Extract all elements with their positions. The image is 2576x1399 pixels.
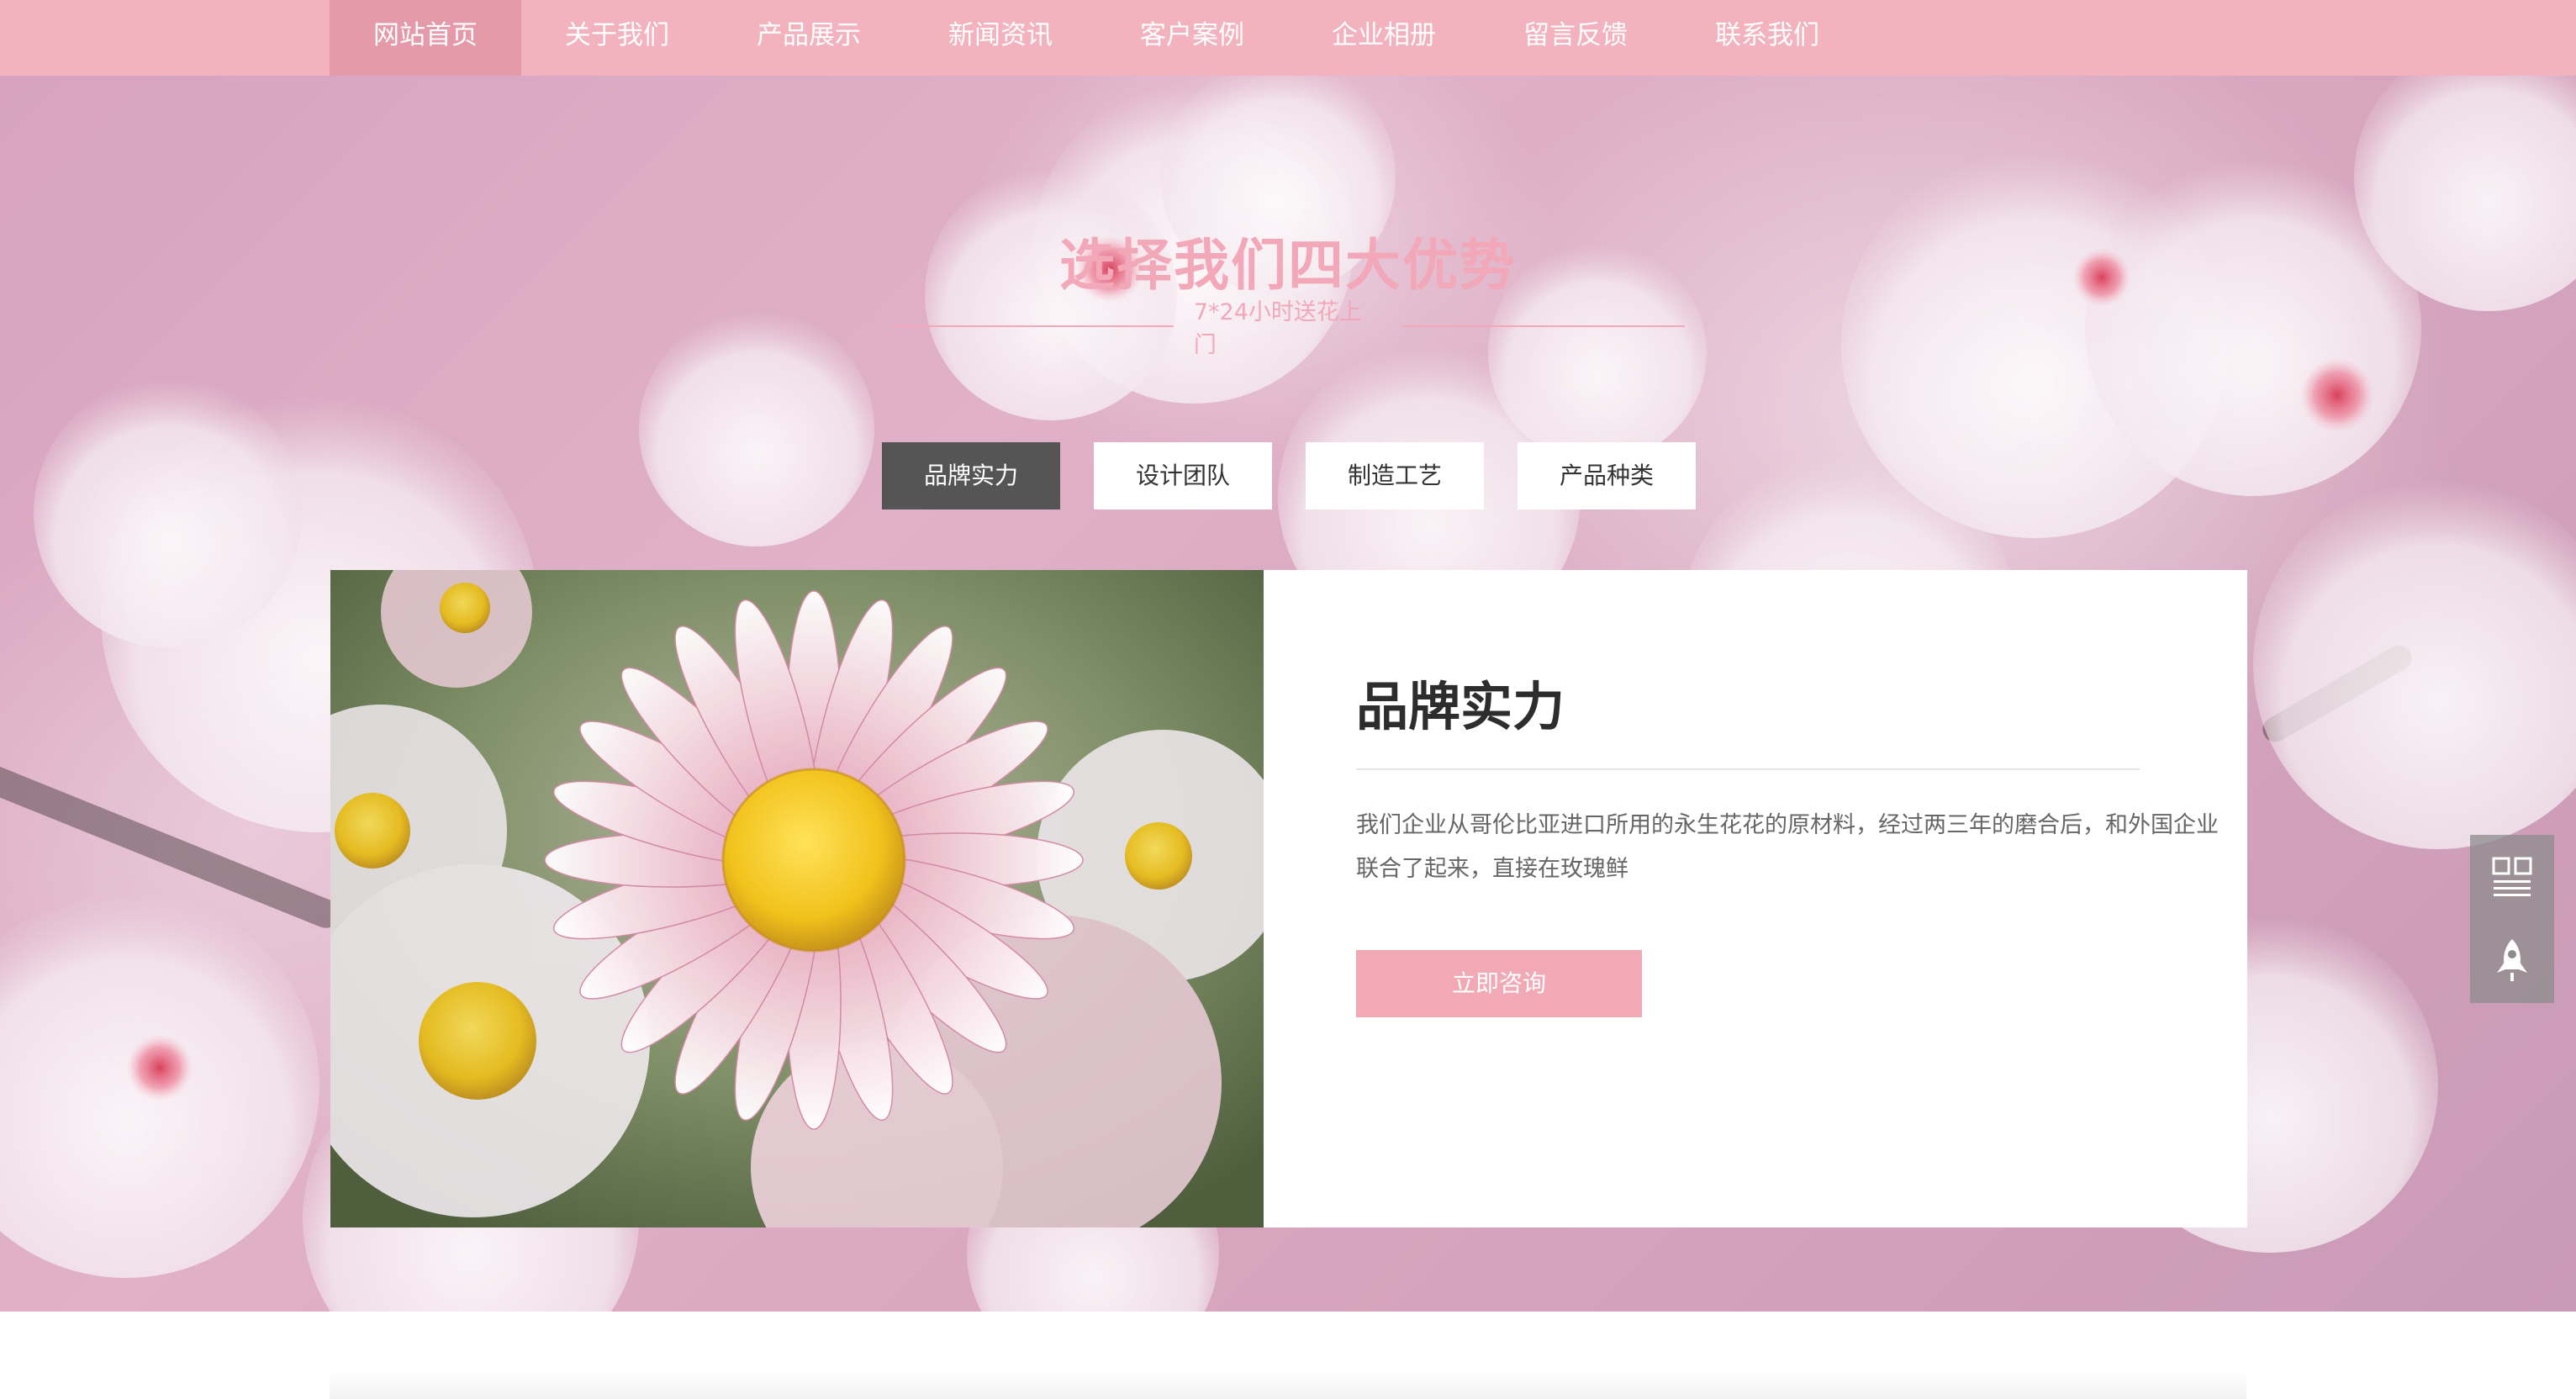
tab-brand-strength[interactable]: 品牌实力 — [882, 442, 1060, 509]
content-body: 我们企业从哥伦比亚进口所用的永生花花的原材料，经过两三年的磨合后，和外国企业联合… — [1356, 812, 2219, 882]
section-subtitle: 7*24小时送花上门 — [1193, 299, 1362, 358]
nav-item-album[interactable]: 企业相册 — [1288, 0, 1480, 76]
content-card: 品牌实力 我们企业从哥伦比亚进口所用的永生花花的原材料，经过两三年的磨合后，和外… — [1264, 570, 2247, 1227]
nav-item-products[interactable]: 产品展示 — [713, 0, 905, 76]
tab-craftsmanship[interactable]: 制造工艺 — [1306, 442, 1484, 509]
nav-item-feedback[interactable]: 留言反馈 — [1480, 0, 1671, 76]
qr-code-icon — [2492, 857, 2532, 896]
divider-line-right — [1402, 325, 1685, 327]
content-heading: 品牌实力 — [1356, 676, 1565, 737]
tab-product-types[interactable]: 产品种类 — [1518, 442, 1696, 509]
content-divider — [1356, 768, 2140, 770]
back-to-top-button[interactable] — [2470, 919, 2554, 1003]
divider-line-left — [891, 325, 1174, 327]
qr-code-button[interactable] — [2470, 835, 2554, 919]
advantage-tabs: 品牌实力 设计团队 制造工艺 产品种类 — [882, 442, 1696, 509]
rocket-icon — [2497, 939, 2527, 981]
side-widget — [2470, 835, 2554, 1003]
daisy-photo — [330, 570, 1264, 1227]
nav-items: 网站首页 关于我们 产品展示 新闻资讯 客户案例 企业相册 留言反馈 联系我们 — [330, 0, 1863, 76]
consult-button[interactable]: 立即咨询 — [1356, 950, 1642, 1017]
nav-item-about[interactable]: 关于我们 — [521, 0, 713, 76]
nav-item-contact[interactable]: 联系我们 — [1671, 0, 1863, 76]
nav-item-home[interactable]: 网站首页 — [330, 0, 521, 76]
daisy-illustration — [330, 570, 1264, 1227]
subtitle-row: 7*24小时送花上门 — [891, 299, 1685, 358]
top-navigation: 网站首页 关于我们 产品展示 新闻资讯 客户案例 企业相册 留言反馈 联系我们 — [0, 0, 2576, 76]
tab-design-team[interactable]: 设计团队 — [1094, 442, 1272, 509]
nav-item-news[interactable]: 新闻资讯 — [905, 0, 1096, 76]
next-section-shadow — [330, 1372, 2246, 1399]
nav-item-cases[interactable]: 客户案例 — [1096, 0, 1288, 76]
section-title: 选择我们四大优势 — [1059, 233, 1517, 298]
